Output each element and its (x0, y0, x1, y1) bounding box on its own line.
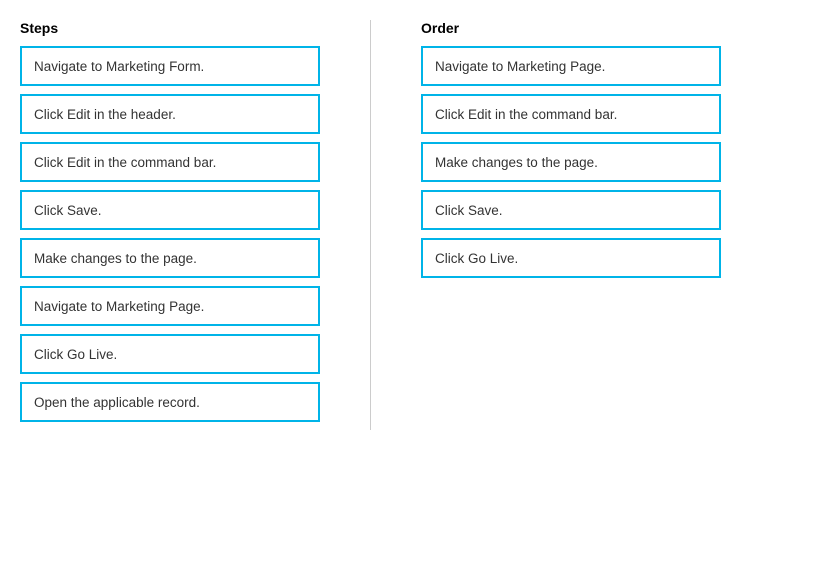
order-item-0[interactable]: Navigate to Marketing Page. (421, 46, 721, 86)
steps-item-6[interactable]: Click Go Live. (20, 334, 320, 374)
main-container: Steps Navigate to Marketing Form. Click E… (20, 20, 799, 430)
column-divider (370, 20, 371, 430)
steps-item-5[interactable]: Navigate to Marketing Page. (20, 286, 320, 326)
steps-item-7[interactable]: Open the applicable record. (20, 382, 320, 422)
steps-item-4[interactable]: Make changes to the page. (20, 238, 320, 278)
steps-item-3[interactable]: Click Save. (20, 190, 320, 230)
order-header: Order (421, 20, 721, 36)
steps-item-1[interactable]: Click Edit in the header. (20, 94, 320, 134)
order-item-1[interactable]: Click Edit in the command bar. (421, 94, 721, 134)
order-item-3[interactable]: Click Save. (421, 190, 721, 230)
steps-column: Steps Navigate to Marketing Form. Click E… (20, 20, 320, 430)
steps-item-2[interactable]: Click Edit in the command bar. (20, 142, 320, 182)
order-column: Order Navigate to Marketing Page. Click E… (421, 20, 721, 286)
steps-item-0[interactable]: Navigate to Marketing Form. (20, 46, 320, 86)
order-item-4[interactable]: Click Go Live. (421, 238, 721, 278)
order-item-2[interactable]: Make changes to the page. (421, 142, 721, 182)
steps-header: Steps (20, 20, 320, 36)
